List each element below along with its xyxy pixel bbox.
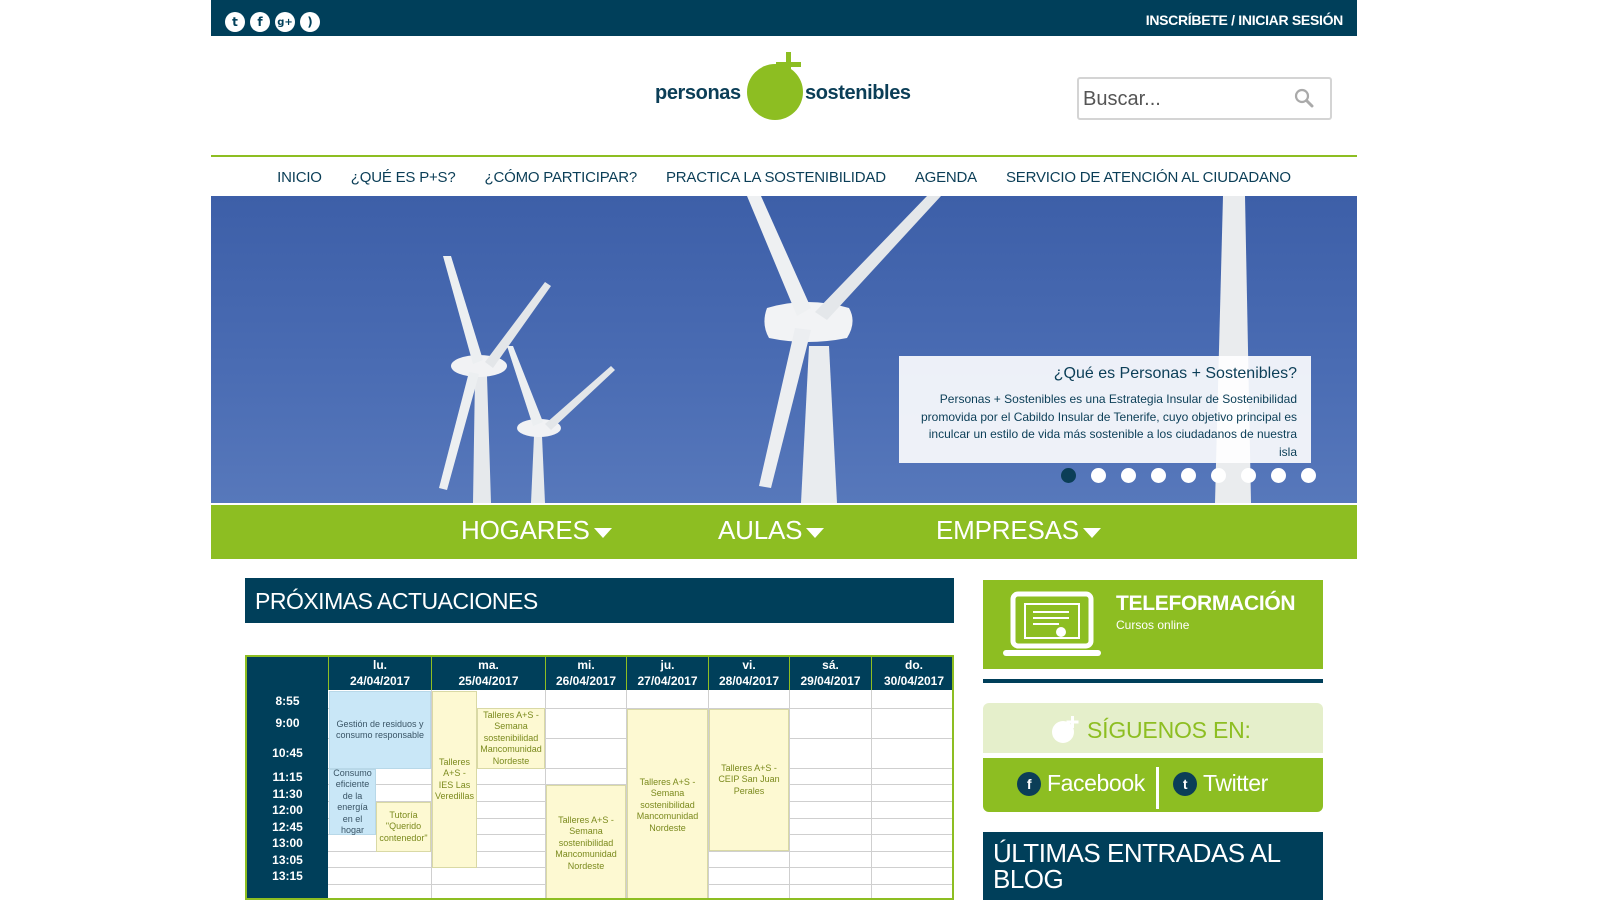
slider-dot[interactable]	[1181, 468, 1196, 483]
time-label: 9:00	[275, 716, 300, 730]
site-logo[interactable]: personas sostenibles	[655, 52, 915, 122]
follow-us-header: SÍGUENOS EN:	[983, 703, 1323, 753]
teleformacion-subtitle: Cursos online	[1116, 618, 1190, 632]
slider-dots	[1061, 468, 1316, 483]
dropdown-arrow-icon	[1082, 527, 1101, 538]
search-input[interactable]	[1083, 85, 1283, 113]
latest-blog-section: ÚLTIMAS ENTRADAS AL BLOG	[983, 832, 1323, 900]
twitter-icon: t	[1173, 771, 1197, 796]
nav-item-inicio[interactable]: INICIO	[277, 169, 322, 186]
blog-title: ÚLTIMAS ENTRADAS AL BLOG	[993, 838, 1280, 894]
agenda-calendar: lu. 24/04/2017 ma. 25/04/2017 mi. 26/04/201…	[245, 655, 954, 900]
agenda-title: PRÓXIMAS ACTUACIONES	[245, 578, 954, 623]
time-label: 13:05	[272, 853, 303, 867]
time-label: 12:00	[272, 803, 303, 817]
teleformacion-banner[interactable]: TELEFORMACIÓN Cursos online	[983, 580, 1323, 669]
slider-dot[interactable]	[1301, 468, 1316, 483]
slider-dot[interactable]	[1211, 468, 1226, 483]
login-link[interactable]: INSCRÍBETE / INICIAR SESIÓN	[1146, 12, 1344, 28]
time-label: 11:30	[272, 787, 303, 801]
logo-word-personas: personas	[655, 82, 741, 104]
facebook-button[interactable]: f Facebook	[1017, 770, 1145, 797]
nav-item-servicio[interactable]: SERVICIO DE ATENCIÓN AL CIUDADANO	[1006, 169, 1291, 186]
facebook-icon[interactable]: f	[250, 12, 270, 32]
day-header: ma. 25/04/2017	[431, 657, 545, 690]
day-header: do. 30/04/2017	[871, 657, 952, 690]
day-header: vi. 28/04/2017	[708, 657, 789, 690]
nav-item-como-participar[interactable]: ¿CÓMO PARTICIPAR?	[485, 169, 638, 186]
day-header: mi. 26/04/2017	[545, 657, 626, 690]
teleformacion-title: TELEFORMACIÓN	[1116, 592, 1296, 615]
nav-divider	[211, 155, 1357, 157]
calendar-event[interactable]: Talleres A+S - Semana sostenibilidad Man…	[546, 785, 626, 898]
hero-caption-body: Personas + Sostenibles es una Estrategia…	[921, 392, 1297, 459]
calendar-event[interactable]: Talleres A+S - Semana sostenibilidad Man…	[477, 708, 545, 769]
time-label: 13:15	[272, 869, 303, 883]
category-hogares[interactable]: HOGARES	[461, 515, 612, 546]
top-bar: t f g+ ) INSCRÍBETE / INICIAR SESIÓN	[211, 0, 1357, 36]
search-icon[interactable]	[1294, 88, 1314, 108]
main-nav: INICIO ¿QUÉ ES P+S? ¿CÓMO PARTICIPAR? PR…	[211, 158, 1357, 196]
time-label: 8:55	[275, 694, 300, 708]
dropdown-arrow-icon	[593, 527, 612, 538]
google-plus-icon[interactable]: g+	[275, 12, 295, 32]
logo-word-sostenibles: sostenibles	[805, 82, 911, 104]
slider-dot[interactable]	[1091, 468, 1106, 483]
time-label: 12:45	[272, 820, 303, 834]
slider-dot[interactable]	[1061, 468, 1076, 483]
social-links: t f g+ )	[225, 12, 320, 32]
twitter-icon[interactable]: t	[225, 12, 245, 32]
hero-caption: ¿Qué es Personas + Sostenibles? Personas…	[899, 356, 1311, 463]
laptop-certificate-icon	[1003, 591, 1101, 656]
calendar-event[interactable]: Tutoría "Querido contenedor"	[376, 802, 431, 852]
slider-dot[interactable]	[1121, 468, 1136, 483]
twitter-button[interactable]: t Twitter	[1173, 770, 1268, 797]
time-label: 10:45	[272, 746, 303, 760]
logo-mini-icon	[1052, 716, 1079, 743]
calendar-event[interactable]: Talleres A+S - CEIP San Juan Perales	[709, 709, 789, 851]
slider-dot[interactable]	[1151, 468, 1166, 483]
social-follow-bar: f Facebook t Twitter	[983, 758, 1323, 812]
slider-dot[interactable]	[1241, 468, 1256, 483]
search-box	[1077, 77, 1332, 120]
calendar-event[interactable]: Consumo eficiente de la energía en el ho…	[329, 768, 376, 835]
calendar-event[interactable]: Talleres A+S - Semana sostenibilidad Man…	[627, 709, 708, 898]
calendar-event[interactable]: Gestión de residuos y consumo responsabl…	[329, 691, 431, 769]
rss-icon[interactable]: )	[300, 12, 320, 32]
dropdown-arrow-icon	[806, 527, 825, 538]
category-bar: HOGARES AULAS EMPRESAS	[211, 505, 1357, 559]
hero-slider[interactable]: ¿Qué es Personas + Sostenibles? Personas…	[211, 196, 1357, 503]
page-wrapper: t f g+ ) INSCRÍBETE / INICIAR SESIÓN per…	[211, 0, 1357, 900]
nav-item-agenda[interactable]: AGENDA	[915, 169, 977, 186]
nav-item-que-es[interactable]: ¿QUÉ ES P+S?	[351, 169, 456, 186]
category-aulas[interactable]: AULAS	[718, 515, 825, 546]
logo-circle	[747, 64, 803, 120]
nav-item-practica[interactable]: PRACTICA LA SOSTENIBILIDAD	[666, 169, 886, 186]
calendar-event[interactable]: Talleres A+S - IES Las Veredillas	[432, 691, 477, 868]
slider-dot[interactable]	[1271, 468, 1286, 483]
divider	[983, 679, 1323, 683]
hero-caption-title: ¿Qué es Personas + Sostenibles?	[1053, 365, 1297, 382]
time-label: 13:00	[272, 836, 303, 850]
day-header: ju. 27/04/2017	[626, 657, 708, 690]
follow-us-title: SÍGUENOS EN:	[1087, 717, 1251, 743]
day-header: sá. 29/04/2017	[789, 657, 871, 690]
time-label: 11:15	[272, 770, 303, 784]
day-header: lu. 24/04/2017	[328, 657, 431, 690]
facebook-icon: f	[1017, 771, 1041, 796]
category-empresas[interactable]: EMPRESAS	[936, 515, 1101, 546]
